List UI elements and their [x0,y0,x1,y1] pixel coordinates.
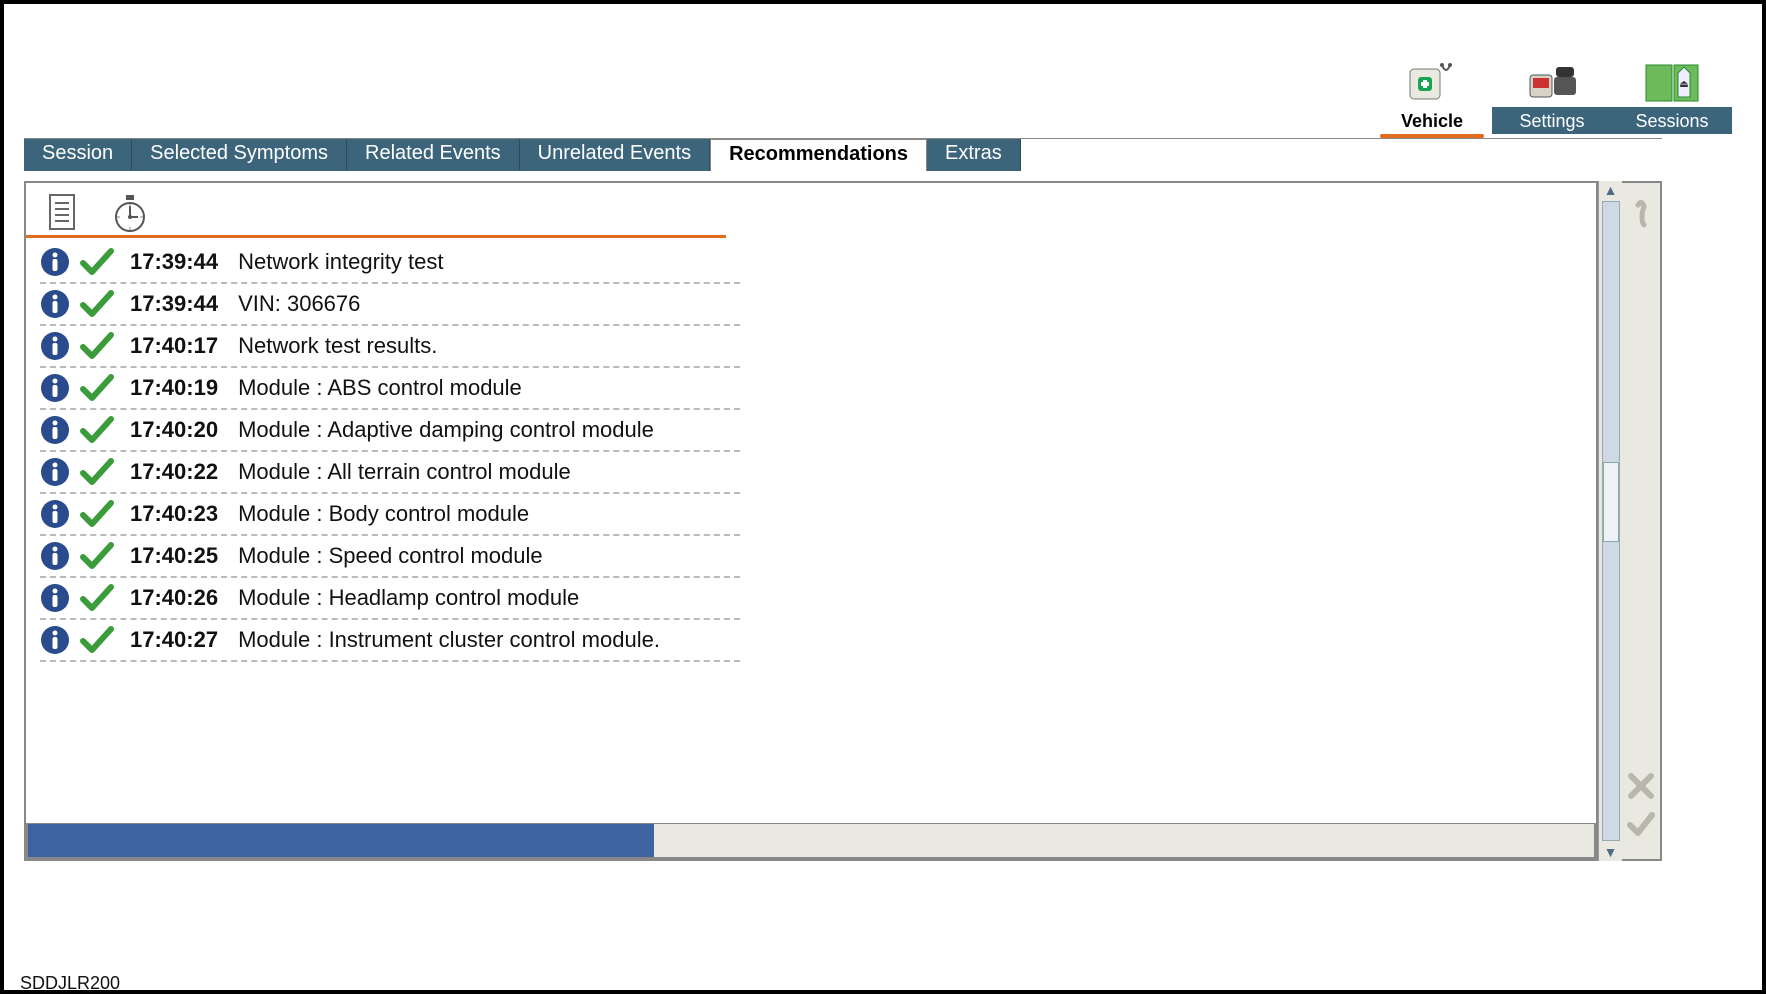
log-timestamp: 17:39:44 [124,291,222,317]
log-row[interactable]: 17:40:25 Module : Speed control module [40,536,740,578]
info-icon[interactable] [40,541,70,571]
check-icon [80,331,114,361]
stethoscope-medkit-icon [1404,59,1460,107]
check-icon [80,415,114,445]
log-description: Module : Body control module [232,501,529,527]
check-icon [80,583,114,613]
tab-extras[interactable]: Extras [927,139,1021,171]
info-icon[interactable] [40,373,70,403]
vertical-scrollbar[interactable]: ▲ ▼ [1598,181,1622,861]
mode-bar: Vehicle Settings ⏏ [24,44,1732,134]
svg-text:⏏: ⏏ [1679,79,1688,90]
log-timestamp: 17:40:20 [124,417,222,443]
log-timestamp: 17:40:26 [124,585,222,611]
stopwatch-icon[interactable] [112,193,148,233]
log-header [26,183,726,238]
log-description: Module : Headlamp control module [232,585,579,611]
log-row[interactable]: 17:40:23 Module : Body control module [40,494,740,536]
tab-strip: Session Selected Symptoms Related Events… [24,138,1662,171]
info-icon[interactable] [40,331,70,361]
side-toolbar [1622,181,1662,861]
mode-settings[interactable]: Settings [1492,44,1612,134]
tab-related-events[interactable]: Related Events [347,139,520,171]
scroll-track[interactable] [1602,201,1620,841]
horizontal-scrollbar-thumb[interactable] [28,824,654,857]
cancel-icon[interactable] [1626,771,1656,801]
tab-session[interactable]: Session [24,139,132,171]
log-timestamp: 17:40:25 [124,543,222,569]
tab-unrelated-events[interactable]: Unrelated Events [520,139,710,171]
document-icon[interactable] [46,193,82,233]
check-icon [80,247,114,277]
log-description: VIN: 306676 [232,291,360,317]
info-icon[interactable] [40,415,70,445]
log-timestamp: 17:40:27 [124,627,222,653]
log-row[interactable]: 17:40:17 Network test results. [40,326,740,368]
log-description: Module : Speed control module [232,543,543,569]
check-icon [80,373,114,403]
sessions-icon: ⏏ [1644,59,1700,107]
scroll-up-icon[interactable]: ▲ [1604,183,1618,197]
app-frame: Vehicle Settings ⏏ [0,0,1766,994]
info-icon[interactable] [40,247,70,277]
info-icon[interactable] [40,499,70,529]
log-row[interactable]: 17:40:27 Module : Instrument cluster cont… [40,620,740,662]
info-icon[interactable] [40,583,70,613]
mode-sessions-label: Sessions [1612,107,1732,134]
mode-sessions[interactable]: ⏏ Sessions [1612,44,1732,134]
tab-recommendations[interactable]: Recommendations [710,139,927,171]
log-timestamp: 17:40:17 [124,333,222,359]
log-row[interactable]: 17:39:44 Network integrity test [40,242,740,284]
check-icon [80,289,114,319]
log-description: Module : ABS control module [232,375,522,401]
log-row[interactable]: 17:40:19 Module : ABS control module [40,368,740,410]
log-row[interactable]: 17:40:20 Module : Adaptive damping contro… [40,410,740,452]
mode-vehicle[interactable]: Vehicle [1372,44,1492,134]
log-row[interactable]: 17:40:26 Module : Headlamp control module [40,578,740,620]
check-icon [80,625,114,655]
info-icon[interactable] [40,289,70,319]
log-panel: 17:39:44 Network integrity test 17:39:44 VI… [24,181,1598,861]
confirm-icon[interactable] [1626,809,1656,839]
check-icon [80,499,114,529]
log-description: Module : Instrument cluster control modu… [232,627,660,653]
tab-selected-symptoms[interactable]: Selected Symptoms [132,139,347,171]
ecu-icon [1524,59,1580,107]
scroll-thumb[interactable] [1603,462,1619,542]
mode-vehicle-label: Vehicle [1372,107,1492,134]
horizontal-scrollbar[interactable] [26,823,1596,859]
log-description: Network integrity test [232,249,443,275]
work-area: 17:39:44 Network integrity test 17:39:44 VI… [24,181,1662,861]
log-body: 17:39:44 Network integrity test 17:39:44 VI… [26,238,1596,823]
log-row[interactable]: 17:40:22 Module : All terrain control mod… [40,452,740,494]
figure-caption: SDDJLR200 [20,973,120,994]
info-drag-icon[interactable] [1626,199,1656,229]
scroll-down-icon[interactable]: ▼ [1604,845,1618,859]
info-icon[interactable] [40,625,70,655]
log-timestamp: 17:40:22 [124,459,222,485]
mode-settings-label: Settings [1492,107,1612,134]
check-icon [80,541,114,571]
log-timestamp: 17:39:44 [124,249,222,275]
check-icon [80,457,114,487]
log-timestamp: 17:40:23 [124,501,222,527]
log-description: Network test results. [232,333,437,359]
log-timestamp: 17:40:19 [124,375,222,401]
log-description: Module : Adaptive damping control module [232,417,654,443]
info-icon[interactable] [40,457,70,487]
log-description: Module : All terrain control module [232,459,571,485]
log-row[interactable]: 17:39:44 VIN: 306676 [40,284,740,326]
